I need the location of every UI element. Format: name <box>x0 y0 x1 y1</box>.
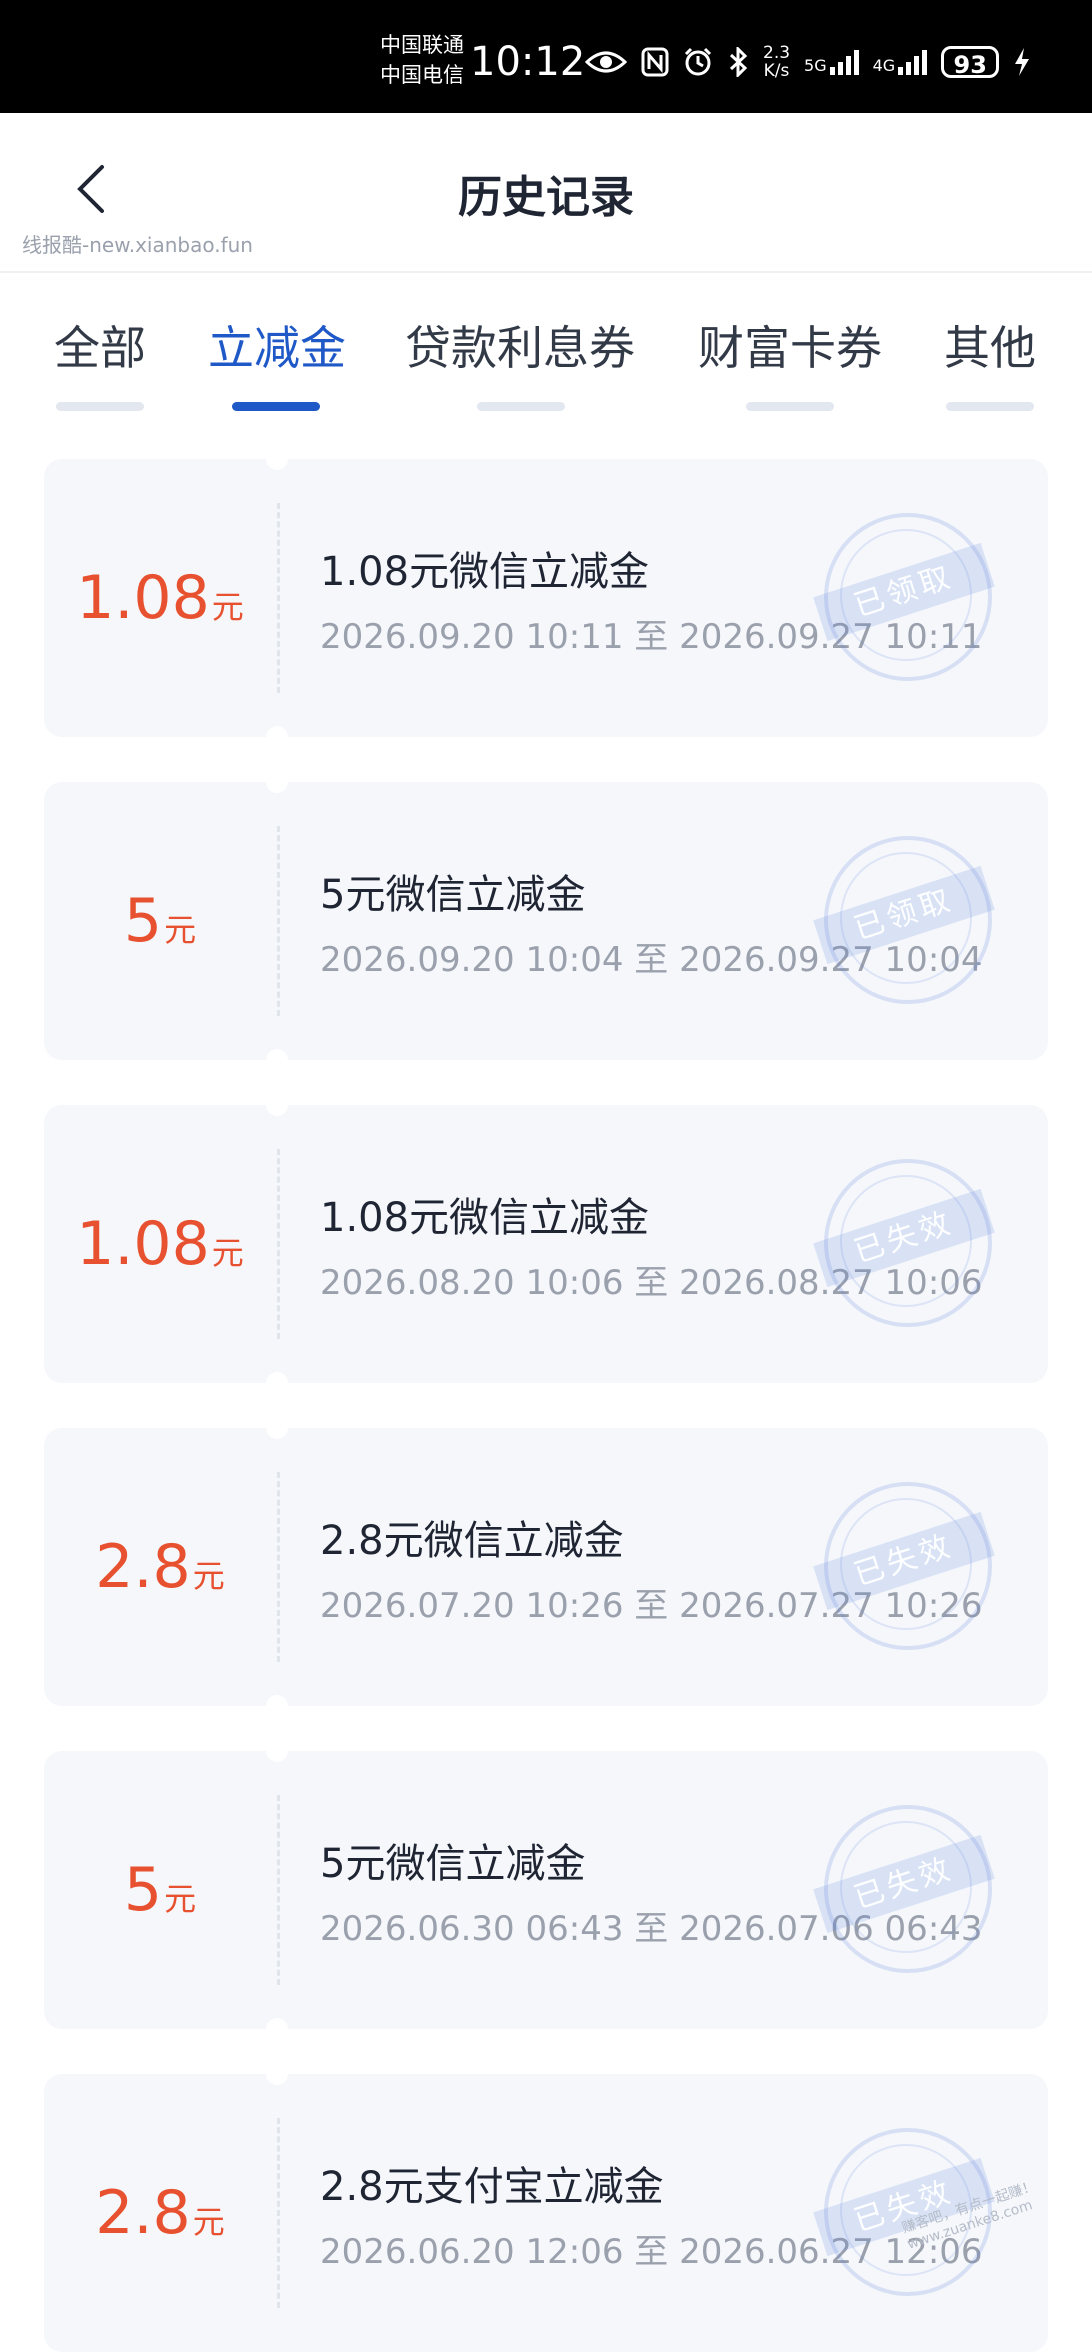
tab-other[interactable]: 其他 <box>944 312 1036 378</box>
coupon-validity: 2026.08.20 10:06 至 2026.08.27 10:06 <box>320 1263 983 1303</box>
card-notch <box>266 1695 288 1717</box>
card-notch <box>266 448 288 470</box>
coupon-card[interactable]: 5元 5元微信立减金 2026.06.30 06:43 至 2026.07.06… <box>44 1740 1048 2040</box>
coupon-title: 2.8元微信立减金 <box>320 1518 624 1564</box>
card-divider <box>277 826 280 1016</box>
tab-indicator <box>746 402 834 411</box>
card-notch <box>266 1740 288 1762</box>
coupon-title: 5元微信立减金 <box>320 1841 586 1887</box>
coupon-card[interactable]: 2.8 元 2.8元支付宝立减金 2026.06.20 12:06 至 2026.… <box>44 2063 1048 2352</box>
nfc-icon <box>641 47 669 77</box>
card-notch <box>266 2063 288 2085</box>
coupon-title: 1.08元微信立减金 <box>320 1195 650 1241</box>
status-time: 10:12 <box>470 39 586 85</box>
coupon-card[interactable]: 1.08 元 1.08元微信立减金 2026.09.20 10:11 至 2026… <box>44 448 1048 748</box>
card-notch <box>266 1094 288 1116</box>
coupon-amount: 1.08 元 <box>76 1209 244 1279</box>
status-icons: 2.3 K/s 5G 4G 93 <box>585 44 1031 80</box>
coupon-amount: 2.8 元 <box>95 2178 225 2248</box>
carrier-labels: 中国联通 中国电信 <box>380 30 464 90</box>
signal-bars-icon <box>898 50 928 75</box>
charging-icon <box>1015 48 1030 76</box>
carrier-2: 中国电信 <box>380 63 464 87</box>
card-notch <box>266 1417 288 1439</box>
tab-indicator <box>56 402 144 411</box>
card-notch <box>266 1049 288 1071</box>
coupon-amount: 5元 <box>123 886 197 956</box>
card-divider <box>277 1795 280 1985</box>
category-tabs: 全部 立减金 贷款利息券 财富卡券 其他 <box>0 272 1092 422</box>
coupon-validity: 2026.06.30 06:43 至 2026.07.06 06:43 <box>320 1909 983 1949</box>
tab-indicator <box>477 402 565 411</box>
coupon-card[interactable]: 2.8 元 2.8元微信立减金 2026.07.20 10:26 至 2026.0… <box>44 1417 1048 1717</box>
alarm-icon <box>684 47 712 76</box>
card-divider <box>277 503 280 693</box>
status-bar: 中国联通 中国电信 10:12 2.3 K/s 5G 4G 93 <box>0 0 1092 113</box>
coupon-validity: 2026.06.20 12:06 至 2026.06.27 12:06 <box>320 2232 983 2272</box>
tab-wealth-coupon[interactable]: 财富卡券 <box>698 312 882 378</box>
coupon-validity: 2026.07.20 10:26 至 2026.07.27 10:26 <box>320 1586 983 1626</box>
card-notch <box>266 726 288 748</box>
coupon-amount: 5元 <box>123 1855 197 1925</box>
tab-indicator <box>946 402 1034 411</box>
card-divider <box>277 2118 280 2308</box>
coupon-title: 1.08元微信立减金 <box>320 549 650 595</box>
carrier-1: 中国联通 <box>380 33 464 57</box>
page-title: 历史记录 <box>458 172 634 223</box>
signal-4g: 4G <box>873 49 928 75</box>
coupon-title: 2.8元支付宝立减金 <box>320 2164 664 2210</box>
coupon-validity: 2026.09.20 10:11 至 2026.09.27 10:11 <box>320 617 983 657</box>
card-notch <box>266 1372 288 1394</box>
tab-indicator-active <box>232 402 320 411</box>
eye-icon <box>585 51 627 73</box>
signal-bars-icon <box>829 50 859 75</box>
battery-level: 93 <box>941 46 1000 79</box>
bluetooth-icon <box>729 47 748 77</box>
card-notch <box>266 2018 288 2040</box>
coupon-amount: 1.08 元 <box>76 563 244 633</box>
card-divider <box>277 1472 280 1662</box>
card-notch <box>266 771 288 793</box>
signal-5g: 5G <box>804 49 859 75</box>
watermark-text: 线报酷-new.xianbao.fun <box>22 233 253 257</box>
card-divider <box>277 1149 280 1339</box>
app-header: 历史记录 线报酷-new.xianbao.fun <box>0 113 1092 273</box>
network-speed: 2.3 K/s <box>763 43 791 81</box>
coupon-card[interactable]: 1.08 元 1.08元微信立减金 2026.08.20 10:06 至 2026… <box>44 1094 1048 1394</box>
coupon-validity: 2026.09.20 10:04 至 2026.09.27 10:04 <box>320 940 983 980</box>
tab-all[interactable]: 全部 <box>54 312 146 378</box>
coupon-amount: 2.8 元 <box>95 1532 225 1602</box>
tab-instant-discount[interactable]: 立减金 <box>208 312 346 378</box>
coupon-title: 5元微信立减金 <box>320 872 586 918</box>
coupon-card[interactable]: 5元 5元微信立减金 2026.09.20 10:04 至 2026.09.27… <box>44 771 1048 1071</box>
tab-loan-interest-coupon[interactable]: 贷款利息券 <box>405 312 635 378</box>
